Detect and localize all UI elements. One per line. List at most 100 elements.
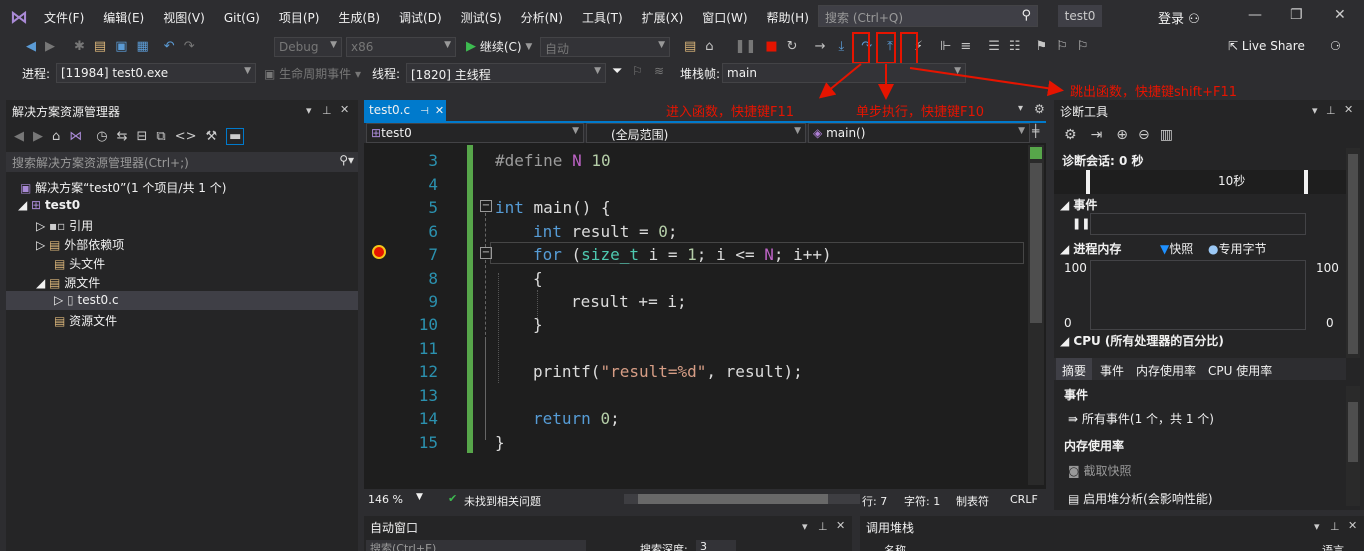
close-panel-icon[interactable]: ✕	[340, 103, 349, 116]
code-line-14: return 0;	[533, 409, 620, 428]
tab-memory-usage[interactable]: 内存使用率	[1136, 362, 1196, 379]
reset-view-icon[interactable]: ▥	[1160, 127, 1173, 143]
close-panel-icon[interactable]: ✕	[836, 519, 845, 532]
external-deps-label: 外部依赖项	[64, 238, 125, 252]
pin-icon[interactable]: ⊥	[322, 104, 332, 117]
code-icon[interactable]: <>	[175, 129, 197, 144]
all-events-link[interactable]: ⇛ 所有事件(1 个，共 1 个)	[1068, 410, 1214, 427]
code-line-15: }	[495, 433, 505, 452]
step-into-annotation: 进入函数，快捷键F11	[666, 105, 795, 120]
tab-cpu-usage[interactable]: CPU 使用率	[1208, 362, 1272, 379]
solution-search-input[interactable]: 搜索解决方案资源管理器(Ctrl+;) ⚲▾	[6, 152, 358, 172]
global-scope-select[interactable]: (全局范围) ▼	[586, 123, 806, 143]
wrench-icon[interactable]: ⚒	[206, 129, 218, 144]
take-snapshot-button[interactable]: ◙ 截取快照	[1068, 462, 1132, 479]
pin-icon[interactable]: ⊥	[818, 520, 828, 533]
split-icon[interactable]: ╪	[1032, 124, 1039, 138]
vs-icon[interactable]: ⋈	[69, 129, 82, 144]
zoom-out-icon[interactable]: ⊖	[1138, 127, 1150, 143]
heap-profiling-label: 启用堆分析(会影响性能)	[1083, 492, 1213, 506]
collapse-for-icon[interactable]: −	[480, 247, 492, 259]
home-icon[interactable]: ⌂	[52, 129, 60, 144]
autos-search-input[interactable]: 搜索(Ctrl+E)	[366, 540, 586, 551]
solution-search-placeholder: 搜索解决方案资源管理器(Ctrl+;)	[12, 156, 189, 170]
events-track	[1090, 213, 1306, 235]
scrollbar-thumb[interactable]	[1030, 163, 1042, 323]
heap-profiling-button[interactable]: ▤ 启用堆分析(会影响性能)	[1068, 490, 1213, 507]
pause-icon[interactable]: ❚❚	[1072, 217, 1090, 230]
line-number: 8	[428, 269, 438, 288]
global-scope-value: (全局范围)	[611, 128, 669, 142]
project-scope-select[interactable]: ⊞test0 ▼	[366, 123, 584, 143]
search-depth-select[interactable]: 3	[696, 540, 736, 551]
events-section[interactable]: ◢ 事件	[1060, 196, 1097, 213]
zoom-dropdown-icon[interactable]: ▼	[416, 492, 423, 502]
code-line-9: result += i;	[571, 292, 687, 311]
dropdown-icon[interactable]: ▾	[306, 104, 312, 117]
navigation-bar: ⊞test0 ▼ (全局范围) ▼ ◈ main() ▼ ╪	[364, 123, 1046, 143]
snapshot-legend-label: 快照	[1169, 242, 1194, 256]
sync-icon[interactable]: ⇆	[117, 129, 128, 144]
zoom-in-icon[interactable]: ⊕	[1116, 127, 1128, 143]
issues-status[interactable]: 未找到相关问题	[464, 493, 541, 509]
indent-guide	[498, 273, 499, 383]
timeline-end-handle[interactable]	[1304, 170, 1308, 194]
diag-scrollbar-thumb[interactable]	[1348, 154, 1358, 354]
memory-section[interactable]: ◢ 进程内存	[1060, 240, 1121, 257]
tree-item-references[interactable]: ▷ ▪▫ 引用	[36, 217, 93, 234]
history-icon[interactable]: ◷	[96, 129, 107, 144]
editor-tab-test0-c[interactable]: test0.c ⊣ ✕	[364, 100, 446, 121]
close-panel-icon[interactable]: ✕	[1348, 519, 1357, 532]
resources-label: 资源文件	[69, 314, 118, 328]
code-editor[interactable]: − − 3 4 5 6 7 8 9 10 11 12 13 14 15 #def…	[364, 143, 1046, 489]
horizontal-scrollbar-thumb[interactable]	[638, 494, 828, 504]
diag-scrollbar-bottom[interactable]	[1346, 386, 1360, 506]
close-tab-icon[interactable]: ✕	[435, 104, 444, 117]
tab-events[interactable]: 事件	[1100, 362, 1124, 379]
timeline-start-handle[interactable]	[1086, 170, 1090, 194]
back-icon[interactable]: ◀	[14, 129, 24, 144]
copy-icon[interactable]: ⧉	[156, 129, 165, 144]
line-number: 14	[418, 409, 438, 428]
tab-mode[interactable]: 制表符	[956, 493, 989, 509]
collapse-icon[interactable]: ⊟	[137, 129, 148, 144]
call-stack-name-header[interactable]: 名称	[884, 542, 906, 551]
tab-summary[interactable]: 摘要	[1056, 358, 1093, 380]
member-select[interactable]: ◈ main() ▼	[808, 123, 1030, 143]
forward-icon[interactable]: ▶	[33, 129, 43, 144]
tree-item-headers[interactable]: ▤ 头文件	[54, 255, 105, 272]
tree-item-resources[interactable]: ▤ 资源文件	[54, 312, 117, 329]
solution-explorer-title: 解决方案资源管理器	[12, 105, 121, 119]
settings-icon[interactable]: ⚙	[1034, 102, 1045, 116]
tree-item-external-deps[interactable]: ▷ ▤ 外部依赖项	[36, 236, 124, 253]
collapse-main-icon[interactable]: −	[480, 200, 492, 212]
pin-icon[interactable]: ⊥	[1330, 520, 1340, 533]
scroll-marker	[1030, 147, 1042, 159]
call-stack-language-header[interactable]: 语言	[1322, 542, 1344, 551]
zoom-level[interactable]: 146 %	[368, 493, 403, 506]
pin-icon[interactable]: ⊥	[1326, 104, 1336, 117]
export-icon[interactable]: ⇥	[1091, 127, 1103, 143]
solution-root-label: 解决方案“test0”(1 个项目/共 1 个)	[35, 181, 227, 195]
diag-scrollbar-top[interactable]	[1346, 148, 1360, 358]
tree-item-sources[interactable]: ◢ ▤ 源文件	[36, 274, 100, 291]
cpu-section[interactable]: ◢ CPU (所有处理器的百分比)	[1060, 332, 1224, 349]
project-node[interactable]: ◢ ⊞ test0	[18, 198, 80, 212]
horizontal-scrollbar[interactable]	[624, 494, 860, 504]
tree-item-test0-c[interactable]: ▷ ▯ test0.c	[54, 293, 119, 307]
preview-icon[interactable]: ▬	[226, 128, 245, 145]
breakpoint-current-icon[interactable]	[372, 245, 386, 259]
timeline[interactable]: 10秒	[1054, 170, 1346, 194]
line-ending[interactable]: CRLF	[1010, 493, 1038, 506]
pin-icon[interactable]: ⊣	[420, 106, 429, 117]
solution-root[interactable]: ▣ 解决方案“test0”(1 个项目/共 1 个)	[20, 179, 226, 196]
tab-overflow-icon[interactable]: ▾	[1018, 103, 1023, 114]
line-indicator: 行: 7	[862, 495, 888, 508]
dropdown-icon[interactable]: ▾	[1314, 520, 1320, 533]
diag-scrollbar-thumb[interactable]	[1348, 402, 1358, 462]
close-panel-icon[interactable]: ✕	[1344, 103, 1353, 116]
summary-events-header: 事件	[1064, 388, 1089, 402]
dropdown-icon[interactable]: ▾	[1312, 104, 1318, 117]
settings-icon[interactable]: ⚙	[1064, 127, 1077, 143]
dropdown-icon[interactable]: ▾	[802, 520, 808, 533]
